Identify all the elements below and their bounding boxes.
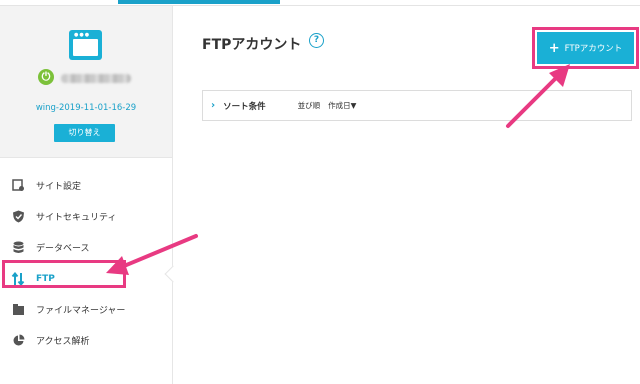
site-id: wing-2019-11-01-16-29 <box>35 103 137 113</box>
sidebar-item-label: サイトセキュリティ <box>36 213 117 223</box>
plus-icon: + <box>548 40 560 56</box>
site-card: ●●● ⏻ wing-2019-11-01-16-29 切り替え <box>0 6 172 158</box>
browser-window-icon: ●●● <box>69 30 102 60</box>
blurred-site-name <box>61 74 131 83</box>
sidebar-item-label: データベース <box>36 244 90 254</box>
database-icon <box>11 241 25 255</box>
switch-button[interactable]: 切り替え <box>54 124 115 142</box>
sidebar-item-access-analysis[interactable]: アクセス解析 <box>0 325 172 356</box>
sidebar-item-label: サイト設定 <box>36 182 82 192</box>
sidebar-item-label: アクセス解析 <box>36 337 90 347</box>
sidebar-item-site-security[interactable]: サイトセキュリティ <box>0 201 172 232</box>
sidebar-item-label: ファイルマネージャー <box>36 306 126 316</box>
chevron-right-icon[interactable]: › <box>211 100 215 111</box>
site-settings-icon <box>11 179 25 193</box>
power-status-icon: ⏻ <box>38 69 54 85</box>
ftp-highlight-box <box>2 260 126 288</box>
sidebar-item-database[interactable]: データベース <box>0 232 172 263</box>
main-content: FTPアカウント ? + FTPアカウント › ソート条件 並び順 作成日▼ <box>173 6 640 384</box>
sidebar: ●●● ⏻ wing-2019-11-01-16-29 切り替え サイト設定 サ… <box>0 6 173 384</box>
sort-order-label: 並び順 <box>297 101 321 110</box>
sidebar-item-file-manager[interactable]: ファイルマネージャー <box>0 294 172 325</box>
add-ftp-account-label: FTPアカウント <box>564 44 623 54</box>
active-tab-indicator <box>118 0 280 4</box>
pie-chart-icon <box>11 334 25 348</box>
sort-panel: › ソート条件 並び順 作成日▼ <box>202 90 632 121</box>
add-ftp-account-button[interactable]: + FTPアカウント <box>537 32 634 64</box>
page-title: FTPアカウント <box>202 37 302 53</box>
sort-title[interactable]: ソート条件 <box>223 100 266 112</box>
folder-icon <box>11 303 25 317</box>
help-icon[interactable]: ? <box>309 33 324 48</box>
sort-order-select[interactable]: 作成日▼ <box>328 100 356 111</box>
shield-icon <box>11 210 25 224</box>
sidebar-item-site-settings[interactable]: サイト設定 <box>0 170 172 201</box>
